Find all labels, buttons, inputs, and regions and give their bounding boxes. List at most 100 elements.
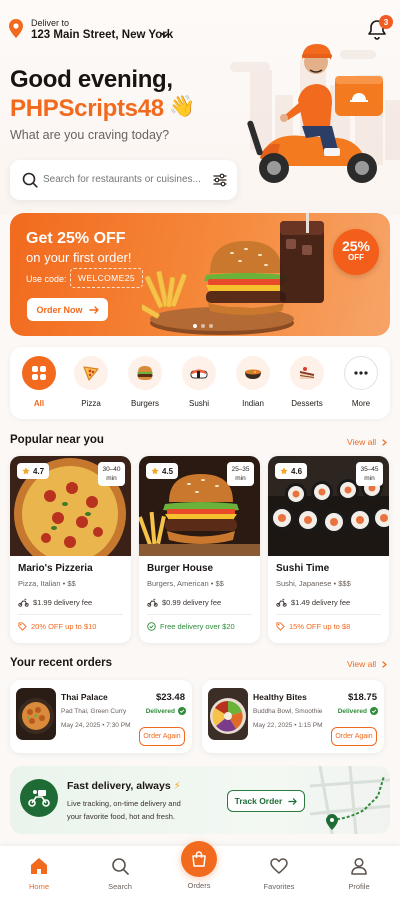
promo-code[interactable]: WELCOME25 (70, 268, 143, 288)
eta-unit: min (235, 475, 246, 482)
nav-label: Profile (348, 882, 370, 891)
carousel-dots (193, 324, 213, 328)
restaurant-card[interactable]: 4.5 25–35 min Burger House Burgers, Amer… (139, 456, 260, 643)
filter-sliders-icon[interactable] (212, 172, 228, 188)
rating-value: 4.6 (291, 466, 303, 476)
restaurant-name: Mario's Pizzeria (18, 563, 93, 574)
nav-profile[interactable]: Profile (329, 856, 389, 891)
delivery-address[interactable]: 123 Main Street, New York (31, 29, 173, 41)
track-order-label: Track Order (234, 796, 283, 806)
order-now-button[interactable]: Order Now (27, 298, 108, 321)
category-all[interactable]: All (13, 356, 65, 408)
category-pizza-circle (74, 356, 108, 390)
search-bar[interactable] (10, 160, 237, 200)
view-all-label: View all (347, 659, 377, 669)
promo-text: Free delivery over $20 (160, 622, 235, 631)
order-date: May 24, 2025 • 7:30 PM (61, 722, 131, 729)
discount-word: OFF (348, 253, 364, 262)
curry-icon (245, 369, 261, 379)
order-status-text: Delivered (337, 707, 367, 715)
order-items: Buddha Bowl, Smoothie (253, 708, 323, 715)
delivery-fee-text: $0.99 delivery fee (162, 598, 222, 607)
rating-value: 4.5 (162, 466, 174, 476)
scooter-icon (28, 790, 50, 807)
order-again-button[interactable]: Order Again (331, 727, 377, 746)
order-restaurant-name: Thai Palace (61, 692, 108, 702)
fast-delivery-banner: Fast delivery, always ⚡ Live tracking, o… (10, 766, 390, 834)
category-indian-circle (236, 356, 270, 390)
nav-label: Home (28, 882, 49, 891)
recent-order-card[interactable]: Thai Palace $23.48 Pad Thai, Green Curry… (10, 680, 192, 753)
delivery-fee-text: $1.99 delivery fee (33, 598, 93, 607)
rating-badge: 4.7 (17, 463, 50, 479)
lightning-bolt-icon: ⚡ (173, 780, 181, 792)
fast-delivery-title: Fast delivery, always ⚡ (67, 780, 181, 792)
carousel-dot[interactable] (201, 324, 205, 328)
delivery-fee: $1.49 delivery fee (276, 598, 350, 607)
restaurant-promo: 20% OFF up to $10 (18, 622, 96, 631)
category-burgers[interactable]: Burgers (119, 356, 171, 408)
category-pizza[interactable]: Pizza (65, 356, 117, 408)
restaurant-promo: 15% OFF up to $8 (276, 622, 350, 631)
order-restaurant-name: Healthy Bites (253, 692, 307, 702)
chevron-down-icon[interactable] (160, 30, 170, 40)
category-label: Desserts (291, 399, 323, 408)
thai-food-photo (16, 688, 56, 740)
restaurant-promo: Free delivery over $20 (147, 622, 235, 631)
order-again-button[interactable]: Order Again (139, 727, 185, 746)
search-input[interactable] (43, 174, 203, 185)
popular-view-all-link[interactable]: View all (347, 437, 388, 447)
restaurant-card[interactable]: 4.7 30–40 min Mario's Pizzeria Pizza, It… (10, 456, 131, 643)
order-status: Delivered (146, 707, 186, 715)
search-icon (112, 858, 129, 875)
category-label: Pizza (81, 399, 101, 408)
category-label: Sushi (188, 399, 209, 408)
tag-icon (18, 622, 27, 631)
nav-search[interactable]: Search (90, 856, 150, 891)
restaurant-name: Sushi Time (276, 563, 330, 574)
restaurant-cuisine: Sushi, Japanese • $$$ (276, 579, 351, 588)
nav-home[interactable]: Home (9, 856, 69, 891)
order-status: Delivered (338, 707, 378, 715)
nav-orders-button[interactable] (181, 841, 217, 877)
category-label: Burgers (130, 399, 159, 408)
nav-favorites[interactable]: Favorites (249, 856, 309, 891)
discount-badge: 25% OFF (333, 229, 379, 275)
category-desserts[interactable]: Desserts (281, 356, 333, 408)
category-desserts-circle (290, 356, 324, 390)
delivery-fee: $0.99 delivery fee (147, 598, 221, 607)
eta-range: 25–35 (231, 466, 250, 473)
wave-emoji: 👋 (169, 95, 196, 118)
category-more[interactable]: More (335, 356, 387, 408)
category-sushi-circle (182, 356, 216, 390)
carousel-dot[interactable] (209, 324, 213, 328)
burger-icon (137, 366, 153, 380)
username-text: PHPScripts48 (10, 95, 164, 122)
check-circle-icon (370, 707, 378, 715)
track-order-button[interactable]: Track Order (227, 790, 305, 812)
category-indian[interactable]: Indian (227, 356, 279, 408)
restaurant-card[interactable]: 4.6 35–45 min Sushi Time Sushi, Japanese… (268, 456, 389, 643)
cake-icon (300, 367, 314, 379)
pizza-icon (83, 366, 99, 381)
route-map-illustration (310, 766, 390, 834)
tag-icon (276, 622, 285, 631)
check-circle-icon (147, 622, 156, 631)
restaurant-cuisine: Burgers, American • $$ (147, 579, 224, 588)
promo-banner[interactable]: Get 25% OFF on your first order! Use cod… (10, 213, 390, 336)
burger-fries-drink-illustration (142, 213, 324, 335)
category-all-circle (22, 356, 56, 390)
star-icon (280, 467, 288, 475)
arrow-right-icon (88, 305, 99, 314)
recent-view-all-link[interactable]: View all (347, 659, 388, 669)
promo-text: 15% OFF up to $8 (289, 622, 351, 631)
recent-order-card[interactable]: Healthy Bites $18.75 Buddha Bowl, Smooth… (202, 680, 384, 753)
category-sushi[interactable]: Sushi (173, 356, 225, 408)
carousel-dot[interactable] (193, 324, 197, 328)
fast-delivery-title-text: Fast delivery, always (67, 780, 171, 792)
card-divider (276, 614, 381, 615)
fast-delivery-desc-line: Live tracking, on-time delivery and (67, 799, 181, 808)
eta-badge: 35–45 min (356, 462, 383, 486)
notification-badge: 3 (379, 15, 393, 29)
craving-subtitle: What are you craving today? (10, 128, 170, 142)
